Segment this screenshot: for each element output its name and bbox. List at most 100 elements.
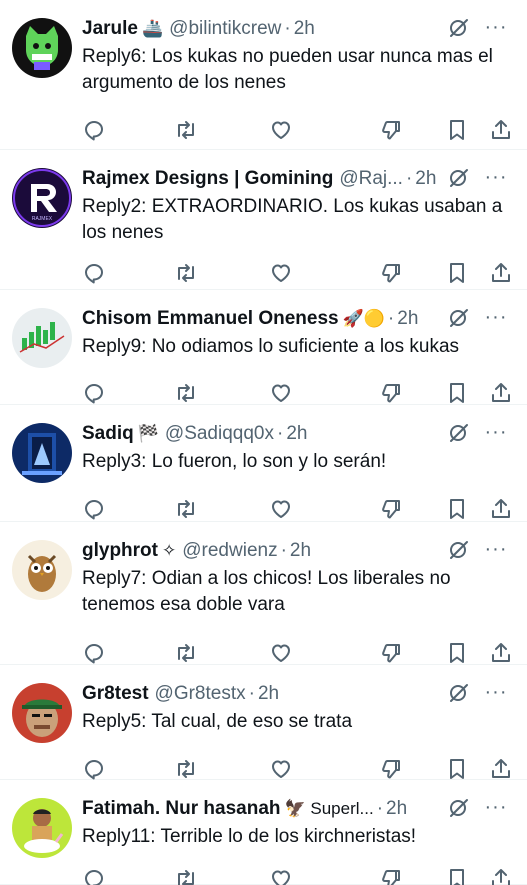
grok-icon[interactable] — [447, 681, 471, 705]
post-timestamp[interactable]: 2h — [386, 798, 407, 820]
reply-icon — [82, 261, 108, 285]
more-icon[interactable]: ··· — [483, 14, 509, 40]
more-icon[interactable]: ··· — [483, 679, 509, 705]
bookmark-button[interactable] — [445, 118, 471, 144]
dislike-button[interactable] — [379, 867, 405, 885]
author-handle[interactable]: @Sadiqqq0x — [165, 423, 274, 445]
action-bar — [82, 867, 515, 885]
reply-post[interactable]: Fatimah. Nur hasanah 🦅 Superl... · 2h ··· Rep… — [0, 780, 527, 885]
author-name[interactable]: Sadiq — [82, 423, 134, 445]
author-handle[interactable]: @redwienz — [182, 540, 277, 562]
reply-post[interactable]: Chisom Emmanuel Oneness 🚀🟡 · 2h ··· Reply9: N… — [0, 290, 527, 405]
separator-dot: · — [376, 798, 384, 819]
author-name[interactable]: Gr8test — [82, 683, 149, 705]
chart-avatar[interactable] — [12, 308, 72, 368]
reply-post[interactable]: Gr8test @Gr8testx · 2h ··· Reply5: Tal cual, … — [0, 665, 527, 780]
like-button[interactable] — [269, 641, 295, 667]
post-text: Reply7: Odian a los chicos! Los liberale… — [82, 568, 451, 615]
green-cat-avatar[interactable] — [12, 18, 72, 78]
reply-button[interactable] — [82, 641, 108, 667]
grok-icon[interactable] — [447, 16, 471, 40]
bookmark-button[interactable] — [445, 867, 471, 885]
more-icon[interactable]: ··· — [483, 536, 509, 562]
share-icon — [489, 381, 515, 405]
share-icon — [489, 497, 515, 521]
more-icon[interactable]: ··· — [483, 419, 509, 445]
author-name[interactable]: Rajmex Designs | Gomining — [82, 168, 333, 190]
post-timestamp[interactable]: 2h — [290, 540, 311, 562]
post-timestamp[interactable]: 2h — [294, 18, 315, 40]
dislike-button[interactable] — [379, 118, 405, 144]
bookmark-button[interactable] — [445, 261, 471, 287]
cap-man-avatar[interactable] — [12, 683, 72, 743]
reply-button[interactable] — [82, 497, 108, 523]
reply-icon — [82, 867, 108, 885]
post-timestamp[interactable]: 2h — [286, 423, 307, 445]
post-timestamp[interactable]: 2h — [258, 683, 279, 705]
portal-avatar[interactable] — [12, 423, 72, 483]
author-handle[interactable]: @Gr8testx — [155, 683, 246, 705]
repost-button[interactable] — [174, 497, 200, 523]
share-button[interactable] — [489, 497, 515, 523]
repost-button[interactable] — [174, 261, 200, 287]
more-icon[interactable]: ··· — [483, 164, 509, 190]
reply-button[interactable] — [82, 118, 108, 144]
author-name-emoji: 🚢 — [141, 19, 164, 38]
grok-icon[interactable] — [447, 421, 471, 445]
share-button[interactable] — [489, 381, 515, 407]
more-icon[interactable]: ··· — [483, 304, 509, 330]
author-name[interactable]: Jarule — [82, 18, 138, 40]
grok-icon[interactable] — [447, 306, 471, 330]
repost-button[interactable] — [174, 118, 200, 144]
reply-button[interactable] — [82, 381, 108, 407]
repost-button[interactable] — [174, 641, 200, 667]
author-name[interactable]: Chisom Emmanuel Oneness — [82, 308, 339, 330]
reply-post[interactable]: Jarule 🚢 @bilintikcrew · 2h ··· Reply6: Los ku… — [0, 0, 527, 150]
reply-post[interactable]: Sadiq 🏁 @Sadiqqq0x · 2h ··· Reply3: Lo fueron,… — [0, 405, 527, 522]
reply-button[interactable] — [82, 867, 108, 885]
reply-post[interactable]: RAJMEX Rajmex Designs | Gomining @Raj... · 2… — [0, 150, 527, 290]
r-logo-avatar[interactable]: RAJMEX — [12, 168, 72, 228]
bookmark-icon — [445, 497, 471, 521]
like-icon — [269, 118, 295, 142]
dislike-icon — [379, 381, 405, 405]
bookmark-button[interactable] — [445, 497, 471, 523]
more-icon[interactable]: ··· — [483, 794, 509, 820]
post-timestamp[interactable]: 2h — [415, 168, 436, 190]
author-handle[interactable]: @bilintikcrew — [169, 18, 281, 40]
repost-icon — [174, 757, 200, 781]
bookmark-button[interactable] — [445, 641, 471, 667]
dislike-button[interactable] — [379, 381, 405, 407]
share-button[interactable] — [489, 261, 515, 287]
post-timestamp[interactable]: 2h — [397, 308, 418, 330]
bookmark-button[interactable] — [445, 381, 471, 407]
like-button[interactable] — [269, 118, 295, 144]
grok-icon[interactable] — [447, 538, 471, 562]
share-button[interactable] — [489, 118, 515, 144]
share-button[interactable] — [489, 641, 515, 667]
dislike-button[interactable] — [379, 641, 405, 667]
reply-feed: Jarule 🚢 @bilintikcrew · 2h ··· Reply6: Los ku… — [0, 0, 527, 885]
reply-button[interactable] — [82, 261, 108, 287]
author-name[interactable]: Fatimah. Nur hasanah — [82, 798, 281, 820]
separator-dot: · — [277, 423, 284, 444]
author-name[interactable]: glyphrot — [82, 540, 158, 562]
dislike-button[interactable] — [379, 497, 405, 523]
like-button[interactable] — [269, 381, 295, 407]
like-button[interactable] — [269, 497, 295, 523]
repost-icon — [174, 497, 200, 521]
unicorn-rider-avatar[interactable] — [12, 798, 72, 858]
grok-icon[interactable] — [447, 796, 471, 820]
dislike-button[interactable] — [379, 261, 405, 287]
author-handle[interactable]: @Raj... — [339, 168, 403, 190]
repost-button[interactable] — [174, 381, 200, 407]
share-icon — [489, 867, 515, 885]
share-button[interactable] — [489, 867, 515, 885]
grok-icon[interactable] — [447, 166, 471, 190]
owl-avatar[interactable] — [12, 540, 72, 600]
reply-icon — [82, 118, 108, 142]
repost-button[interactable] — [174, 867, 200, 885]
like-button[interactable] — [269, 261, 295, 287]
reply-post[interactable]: glyphrot ✧ @redwienz · 2h ··· Reply7: Odian a … — [0, 522, 527, 665]
like-button[interactable] — [269, 867, 295, 885]
